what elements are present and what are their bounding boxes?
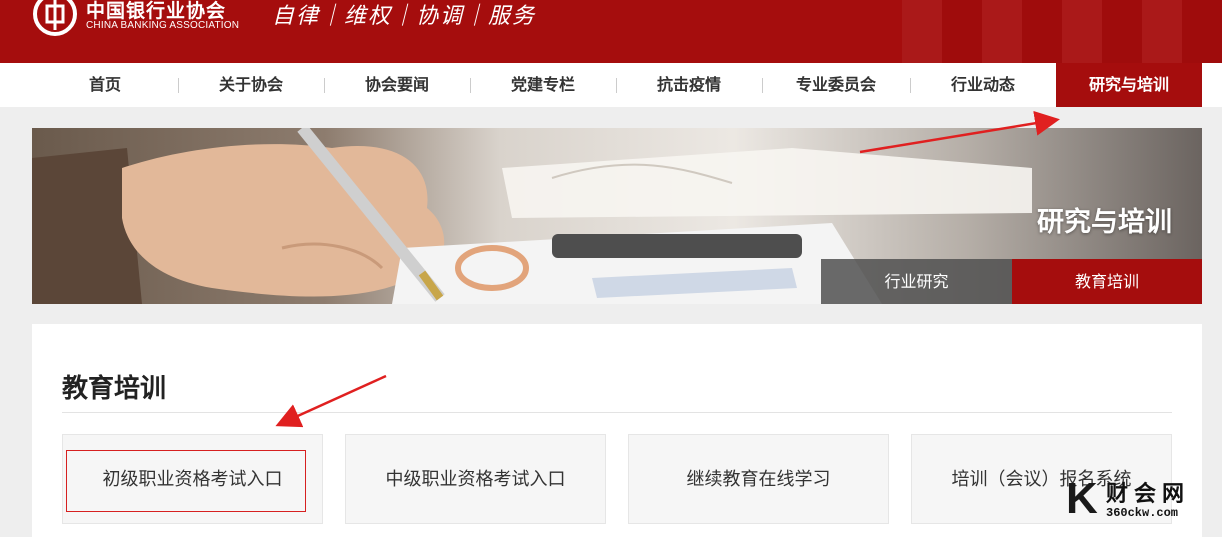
watermark-url: 360ckw.com (1106, 506, 1179, 520)
section-title: 教育培训 (62, 374, 167, 404)
banner: 研究与培训 行业研究 教育培训 (32, 128, 1202, 304)
header-decoration (902, 0, 1222, 63)
nav-item-party[interactable]: 党建专栏 (470, 63, 616, 107)
watermark-name: 财会网 (1106, 482, 1191, 507)
nav-item-epidemic[interactable]: 抗击疫情 (616, 63, 762, 107)
tab-education-training[interactable]: 教育培训 (1012, 259, 1202, 304)
tab-industry-research[interactable]: 行业研究 (821, 259, 1012, 304)
nav-item-committees[interactable]: 专业委员会 (762, 63, 910, 107)
card-intermediate-exam-entry[interactable]: 中级职业资格考试入口 (345, 434, 606, 524)
org-name-en: CHINA BANKING ASSOCIATION (86, 20, 240, 31)
association-logo-icon[interactable] (30, 0, 80, 36)
slogan: 自律｜维权｜协调｜服务 (272, 4, 537, 29)
nav-item-research-training[interactable]: 研究与培训 (1056, 63, 1202, 107)
nav-item-about[interactable]: 关于协会 (178, 63, 324, 107)
nav-item-home[interactable]: 首页 (32, 63, 178, 107)
watermark-letter: K (1066, 474, 1098, 523)
main-nav: 首页 关于协会 协会要闻 党建专栏 抗击疫情 专业委员会 行业动态 研究与培训 (0, 63, 1222, 107)
content-panel: 教育培训 初级职业资格考试入口 中级职业资格考试入口 继续教育在线学习 培训（会… (32, 324, 1202, 537)
nav-item-news[interactable]: 协会要闻 (324, 63, 470, 107)
site-header: 中国银行业协会 CHINA BANKING ASSOCIATION 自律｜维权｜… (0, 0, 1222, 63)
card-junior-exam-entry[interactable]: 初级职业资格考试入口 (62, 434, 323, 524)
watermark-logo: K 财会网 360ckw.com (1066, 474, 1216, 534)
banner-title: 研究与培训 (1037, 207, 1172, 238)
section-divider (62, 412, 1172, 413)
card-continuing-education[interactable]: 继续教育在线学习 (628, 434, 889, 524)
nav-item-industry[interactable]: 行业动态 (910, 63, 1056, 107)
